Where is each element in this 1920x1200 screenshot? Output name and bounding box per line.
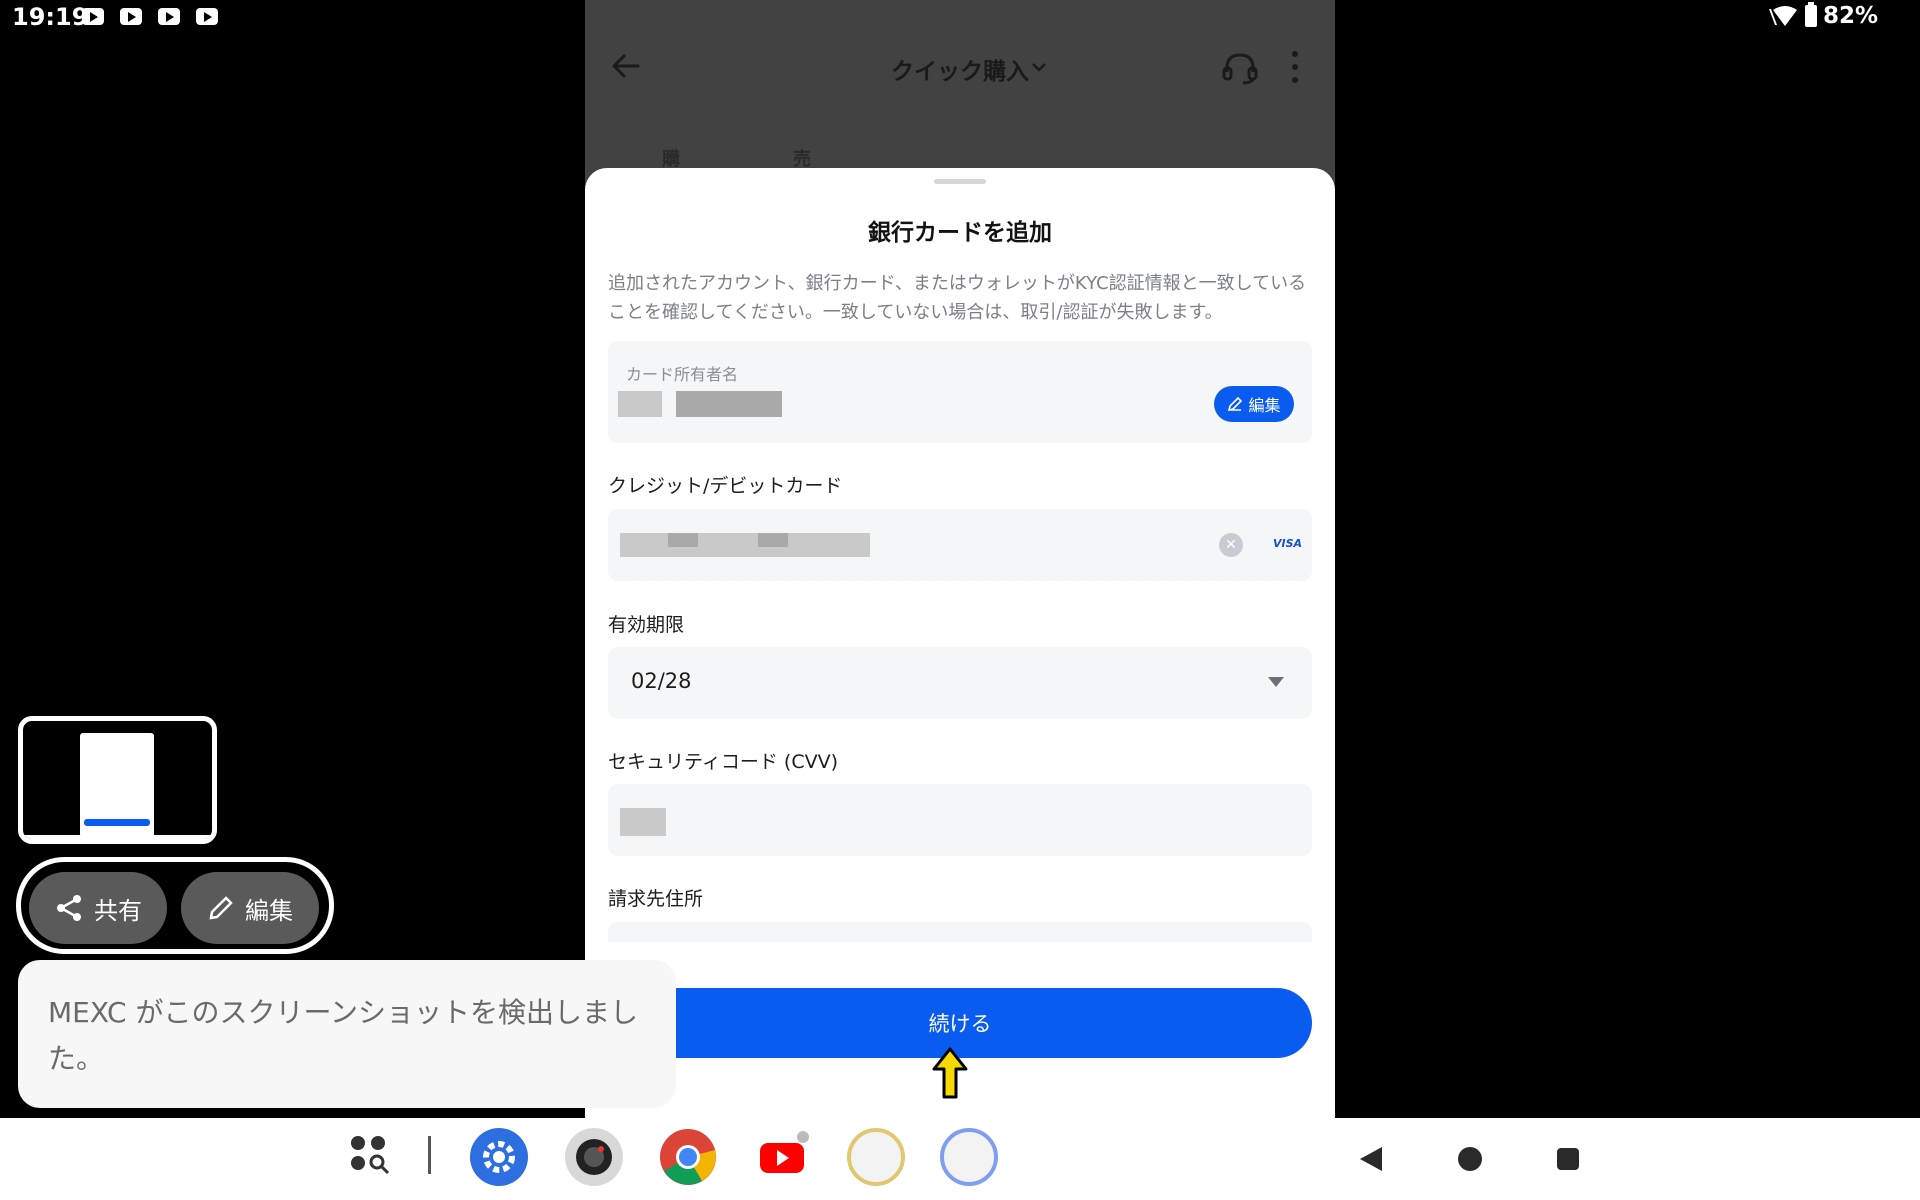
youtube-icon[interactable] xyxy=(753,1128,811,1186)
status-time: 19:19 xyxy=(12,3,89,31)
cvv-label: セキュリティコード (CVV) xyxy=(608,751,838,773)
headset-icon[interactable] xyxy=(1221,50,1259,86)
wifi-icon xyxy=(1768,6,1797,26)
thumbnail-button xyxy=(84,819,150,826)
card-number-field[interactable]: ✕ VISA xyxy=(608,509,1312,581)
share-button[interactable]: 共有 xyxy=(29,872,167,944)
app-drawer-icon[interactable] xyxy=(348,1133,392,1177)
chrome-logo-icon xyxy=(660,1129,716,1185)
edit-screenshot-button[interactable]: 編集 xyxy=(181,872,319,944)
chrome-icon[interactable] xyxy=(659,1128,717,1186)
card-holder-field: カード所有者名 編集 xyxy=(608,341,1312,443)
billing-address-field[interactable] xyxy=(608,922,1312,942)
edit-holder-button[interactable]: 編集 xyxy=(1214,386,1294,422)
redacted-card-number xyxy=(758,533,788,547)
youtube-notification-icon xyxy=(196,8,218,25)
cvv-field[interactable] xyxy=(608,784,1312,856)
sheet-drag-handle[interactable] xyxy=(934,179,986,184)
gear-icon xyxy=(483,1141,515,1173)
edit-button-label: 編集 xyxy=(1248,396,1281,415)
youtube-notification-icon xyxy=(82,8,104,25)
battery-icon xyxy=(1804,2,1817,27)
camera-icon[interactable] xyxy=(565,1128,623,1186)
redacted-cvv xyxy=(620,808,666,836)
add-card-sheet: 銀行カードを追加 追加されたアカウント、銀行カード、またはウォレットがKYC認証… xyxy=(585,168,1335,1118)
more-options-icon[interactable] xyxy=(1291,50,1299,84)
visa-icon: VISA xyxy=(1273,537,1303,550)
card-number-label: クレジット/デビットカード xyxy=(608,475,843,497)
pencil-icon xyxy=(1228,396,1243,412)
app-header: クイック購入 xyxy=(585,0,1335,135)
redacted-card-number xyxy=(668,533,698,547)
edit-label: 編集 xyxy=(245,896,293,925)
share-icon xyxy=(57,895,81,921)
billing-address-label: 請求先住所 xyxy=(608,888,704,910)
screenshot-thumbnail[interactable] xyxy=(18,716,217,844)
arrow-up-icon xyxy=(932,1047,968,1099)
app-icon[interactable] xyxy=(940,1128,998,1186)
nav-recents-icon[interactable] xyxy=(1557,1148,1579,1170)
youtube-logo-icon xyxy=(760,1131,809,1173)
app-icon[interactable] xyxy=(847,1128,905,1186)
status-indicators: 82% xyxy=(1767,2,1878,29)
taskbar-divider xyxy=(428,1136,431,1174)
expiry-select[interactable]: 02/28 xyxy=(608,647,1312,719)
nav-home-icon[interactable] xyxy=(1458,1147,1482,1171)
redacted-card-number xyxy=(620,533,870,557)
pencil-icon xyxy=(209,896,233,920)
dropdown-arrow-icon xyxy=(1268,677,1284,687)
expiry-value: 02/28 xyxy=(631,669,692,693)
camera-lens-icon xyxy=(576,1139,612,1175)
kyc-notice: 追加されたアカウント、銀行カード、またはウォレットがKYC認証情報と一致している… xyxy=(608,273,1307,323)
sheet-title: 銀行カードを追加 xyxy=(868,220,1052,246)
share-label: 共有 xyxy=(94,896,142,925)
youtube-notification-icon xyxy=(120,8,142,25)
youtube-notification-icon xyxy=(158,8,180,25)
screenshot-detected-toast: MEXC がこのスクリーンショットを検出しました。 xyxy=(18,960,676,1108)
battery-level: 82% xyxy=(1822,3,1878,29)
expiry-label: 有効期限 xyxy=(608,614,685,636)
settings-icon[interactable] xyxy=(470,1128,528,1186)
thumbnail-dock xyxy=(23,835,212,839)
card-holder-label: カード所有者名 xyxy=(626,365,739,384)
redacted-holder-name xyxy=(676,391,782,417)
chevron-down-icon[interactable] xyxy=(1030,58,1048,76)
toast-message: MEXC がこのスクリーンショットを検出しました。 xyxy=(48,996,639,1075)
clear-icon[interactable]: ✕ xyxy=(1219,533,1243,557)
screenshot-actions: 共有 編集 xyxy=(16,857,334,954)
nav-back-icon[interactable] xyxy=(1360,1147,1382,1171)
redacted-holder-name xyxy=(618,391,662,417)
